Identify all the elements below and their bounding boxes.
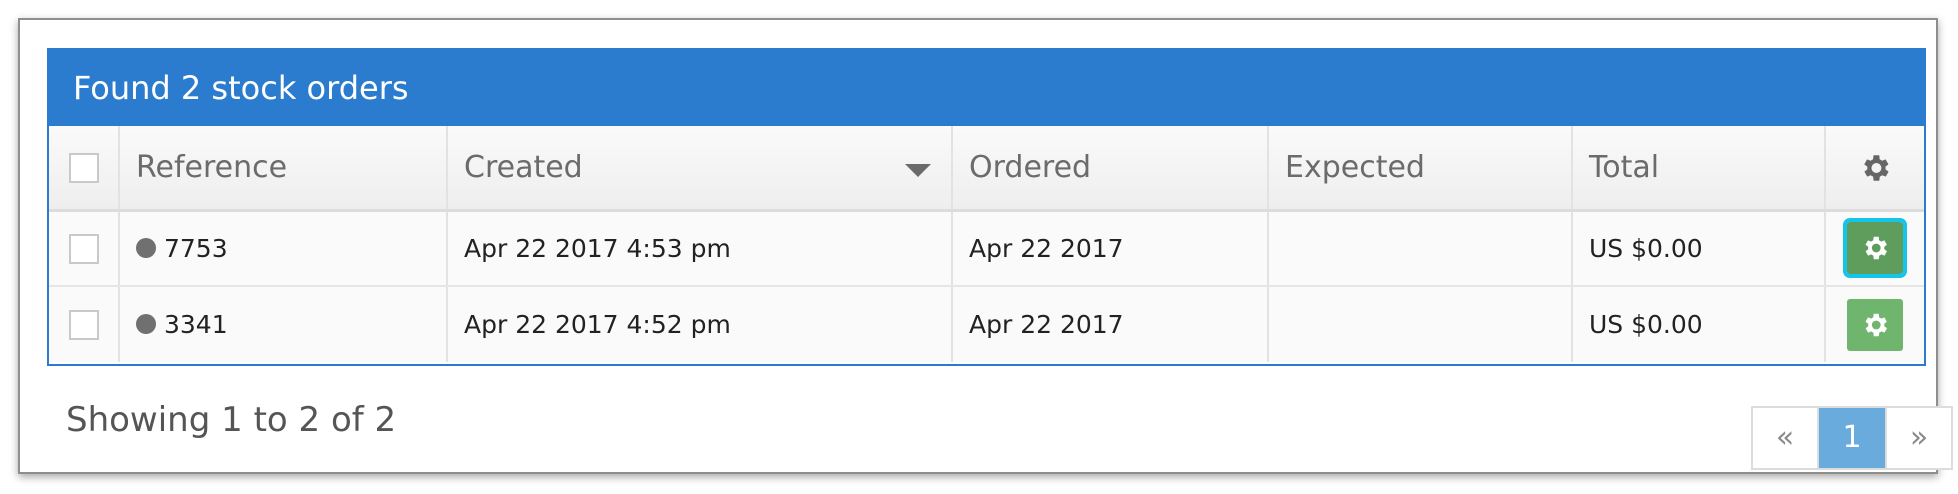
column-header-reference[interactable]: Reference: [119, 126, 448, 212]
gear-icon: [1865, 237, 1887, 260]
column-header-settings: [1825, 126, 1924, 212]
pagination-page-1[interactable]: 1: [1819, 408, 1885, 468]
pagination: « 1 »: [1751, 406, 1953, 470]
pagination-next-button[interactable]: »: [1885, 408, 1951, 468]
gear-icon[interactable]: [1858, 151, 1892, 185]
reference-cell[interactable]: 7753: [119, 210, 448, 287]
sort-descending-icon: [905, 164, 931, 177]
results-summary: Showing 1 to 2 of 2: [66, 400, 397, 440]
column-header-total[interactable]: Total: [1572, 126, 1826, 212]
status-dot-icon: [136, 314, 156, 334]
table-header-row: Reference Created Ordered Expected Total: [49, 126, 1924, 212]
total-cell: US $0.00: [1572, 210, 1826, 287]
row-checkbox[interactable]: [68, 233, 99, 264]
row-settings-button[interactable]: [1847, 298, 1903, 351]
select-all-header: [49, 126, 120, 212]
panel-title: Found 2 stock orders: [49, 50, 1924, 126]
expected-cell: [1268, 210, 1573, 287]
reference-cell[interactable]: 3341: [119, 286, 448, 362]
row-actions-cell: [1825, 286, 1924, 362]
reference-value: 3341: [164, 310, 228, 339]
row-actions-cell: [1825, 210, 1924, 287]
pagination-prev-button[interactable]: «: [1753, 408, 1819, 468]
ordered-cell: Apr 22 2017: [952, 286, 1269, 362]
table-row[interactable]: 3341 Apr 22 2017 4:52 pm Apr 22 2017 US …: [49, 286, 1924, 362]
total-cell: US $0.00: [1572, 286, 1826, 362]
expected-cell: [1268, 286, 1573, 362]
window-frame: Found 2 stock orders Reference Created O…: [18, 18, 1953, 474]
row-select-cell: [49, 286, 120, 362]
stock-orders-table: Reference Created Ordered Expected Total: [49, 126, 1924, 362]
ordered-cell: Apr 22 2017: [952, 210, 1269, 287]
column-header-expected[interactable]: Expected: [1268, 126, 1573, 212]
reference-value: 7753: [164, 233, 228, 263]
status-dot-icon: [136, 237, 156, 258]
created-cell: Apr 22 2017 4:53 pm: [447, 210, 953, 287]
column-header-created[interactable]: Created: [447, 126, 953, 212]
select-all-checkbox[interactable]: [68, 153, 99, 184]
column-header-created-label: Created: [464, 149, 583, 185]
gear-icon: [1865, 313, 1887, 336]
stock-orders-panel: Found 2 stock orders Reference Created O…: [47, 48, 1926, 366]
row-checkbox[interactable]: [68, 310, 99, 340]
created-cell: Apr 22 2017 4:52 pm: [447, 286, 953, 362]
row-settings-button[interactable]: [1843, 218, 1907, 279]
column-header-ordered[interactable]: Ordered: [952, 126, 1269, 212]
row-select-cell: [49, 210, 120, 287]
table-row[interactable]: 7753 Apr 22 2017 4:53 pm Apr 22 2017 US …: [49, 210, 1924, 287]
